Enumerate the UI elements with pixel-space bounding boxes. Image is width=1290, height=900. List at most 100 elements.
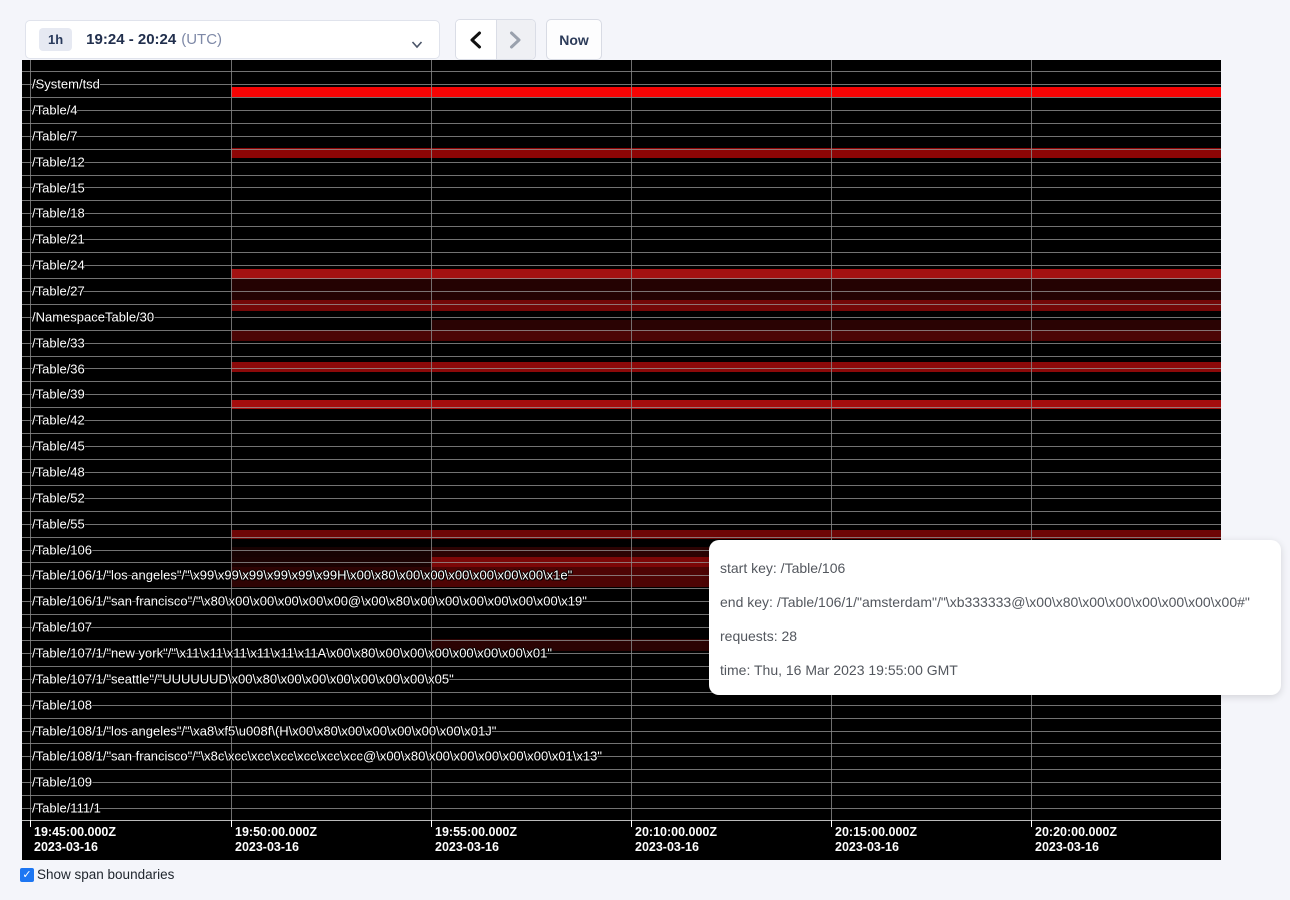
x-axis-label: 19:45:00.000Z2023-03-16 xyxy=(34,825,116,855)
row-label: /Table/24 xyxy=(32,258,85,273)
span-boundary-line xyxy=(22,356,1221,357)
span-boundary-line xyxy=(22,84,1221,85)
span-boundary-line xyxy=(22,782,1221,783)
span-boundary-line xyxy=(22,472,1221,473)
span-boundary-line xyxy=(22,330,1221,331)
heat-band[interactable] xyxy=(231,300,1221,311)
span-boundary-line xyxy=(22,743,1221,744)
row-label: /Table/33 xyxy=(32,335,85,350)
time-gridline xyxy=(30,60,31,820)
range-text: 19:24 - 20:24 xyxy=(86,31,176,48)
span-boundary-line xyxy=(22,304,1221,305)
row-label: /Table/55 xyxy=(32,516,85,531)
time-range-select[interactable]: 1h 19:24 - 20:24 (UTC) xyxy=(25,20,440,59)
row-label: /Table/111/1 xyxy=(32,801,101,816)
tooltip-time: time: Thu, 16 Mar 2023 19:55:00 GMT xyxy=(720,653,1270,687)
row-label: /Table/108/1/"san francisco"/"\x8c\xcc\x… xyxy=(32,749,602,764)
row-label: /Table/106/1/"san francisco"/"\x80\x00\x… xyxy=(32,594,587,609)
tooltip-end-key: end key: /Table/106/1/"amsterdam"/"\xb33… xyxy=(720,585,1270,619)
row-label: /Table/7 xyxy=(32,128,78,143)
heat-band[interactable] xyxy=(431,320,1221,330)
range-duration-badge: 1h xyxy=(39,28,72,51)
span-boundary-line xyxy=(22,381,1221,382)
span-boundary-line xyxy=(22,420,1221,421)
span-boundary-line xyxy=(22,187,1221,188)
span-boundary-line xyxy=(22,149,1221,150)
tooltip-start-key: start key: /Table/106 xyxy=(720,551,1270,585)
span-boundary-line xyxy=(22,511,1221,512)
row-label: /Table/27 xyxy=(32,283,85,298)
time-range-nav-group xyxy=(455,19,536,60)
span-boundary-line xyxy=(22,213,1221,214)
row-label: /System/tsd xyxy=(32,77,100,92)
span-boundary-line xyxy=(22,394,1221,395)
row-label: /Table/36 xyxy=(32,361,85,376)
span-boundary-line xyxy=(22,524,1221,525)
span-boundary-line xyxy=(22,252,1221,253)
x-axis-label: 19:50:00.000Z2023-03-16 xyxy=(235,825,317,855)
x-axis-tick xyxy=(831,820,832,827)
show-span-boundaries-label: Show span boundaries xyxy=(37,867,174,882)
x-axis-label: 20:20:00.000Z2023-03-16 xyxy=(1035,825,1117,855)
row-label: /NamespaceTable/30 xyxy=(32,309,154,324)
heat-band[interactable] xyxy=(231,87,1221,97)
span-boundary-line xyxy=(22,498,1221,499)
show-span-boundaries-checkbox[interactable]: ✓ xyxy=(20,868,34,882)
row-label: /Table/12 xyxy=(32,154,85,169)
heat-band[interactable] xyxy=(231,547,431,557)
keyvis-canvas[interactable]: /System/tsd/Table/4/Table/7/Table/12/Tab… xyxy=(22,60,1221,860)
time-gridline xyxy=(831,60,832,820)
heat-band[interactable] xyxy=(231,530,1221,539)
tooltip-requests: requests: 28 xyxy=(720,619,1270,653)
x-axis-label: 19:55:00.000Z2023-03-16 xyxy=(435,825,517,855)
row-label: /Table/52 xyxy=(32,490,85,505)
time-gridline xyxy=(1031,60,1032,820)
row-label: /Table/107 xyxy=(32,620,92,635)
heat-band[interactable] xyxy=(231,279,1221,300)
span-boundary-line xyxy=(22,136,1221,137)
span-boundary-line xyxy=(22,71,1221,72)
row-label: /Table/107/1/"seattle"/"UUUUUUD\x00\x80\… xyxy=(32,671,454,686)
x-axis-label: 20:10:00.000Z2023-03-16 xyxy=(635,825,717,855)
row-label: /Table/108/1/"los angeles"/"\xa8\xf5\u00… xyxy=(32,723,496,738)
span-boundary-line xyxy=(22,343,1221,344)
next-range-button-disabled[interactable] xyxy=(496,20,536,59)
span-boundary-line xyxy=(22,795,1221,796)
span-boundary-line xyxy=(22,278,1221,279)
span-boundary-line xyxy=(22,407,1221,408)
key-visualizer-page: 1h 19:24 - 20:24 (UTC) Now /System/tsd/T… xyxy=(0,0,1290,900)
row-label: /Table/109 xyxy=(32,775,92,790)
span-boundary-line xyxy=(22,200,1221,201)
row-label: /Table/106/1/"los angeles"/"\x99\x99\x99… xyxy=(32,568,572,583)
span-boundary-line xyxy=(22,459,1221,460)
x-axis-tick xyxy=(631,820,632,827)
chevron-right-icon xyxy=(509,31,522,49)
chevron-left-icon xyxy=(469,31,482,49)
span-boundary-line xyxy=(22,433,1221,434)
x-axis-label: 20:15:00.000Z2023-03-16 xyxy=(835,825,917,855)
span-boundary-line xyxy=(22,162,1221,163)
row-label: /Table/39 xyxy=(32,387,85,402)
span-boundary-line xyxy=(22,769,1221,770)
span-boundary-line xyxy=(22,808,1221,809)
span-boundary-line xyxy=(22,291,1221,292)
heat-band[interactable] xyxy=(231,330,1221,341)
heat-band[interactable] xyxy=(231,362,1221,372)
span-boundary-line xyxy=(22,368,1221,369)
time-gridline xyxy=(231,60,232,820)
row-label: /Table/42 xyxy=(32,413,85,428)
hover-tooltip: start key: /Table/106 end key: /Table/10… xyxy=(709,540,1281,695)
x-axis-tick xyxy=(431,820,432,827)
prev-range-button[interactable] xyxy=(456,20,496,59)
time-gridline xyxy=(631,60,632,820)
span-boundary-line xyxy=(22,485,1221,486)
x-axis-tick xyxy=(231,820,232,827)
now-button[interactable]: Now xyxy=(546,19,602,60)
chevron-down-icon xyxy=(411,36,423,54)
row-label: /Table/48 xyxy=(32,465,85,480)
span-boundary-line xyxy=(22,123,1221,124)
span-boundary-line xyxy=(22,239,1221,240)
footer: ✓ Show span boundaries xyxy=(20,867,174,882)
range-timezone: (UTC) xyxy=(181,31,222,48)
span-boundary-line xyxy=(22,226,1221,227)
